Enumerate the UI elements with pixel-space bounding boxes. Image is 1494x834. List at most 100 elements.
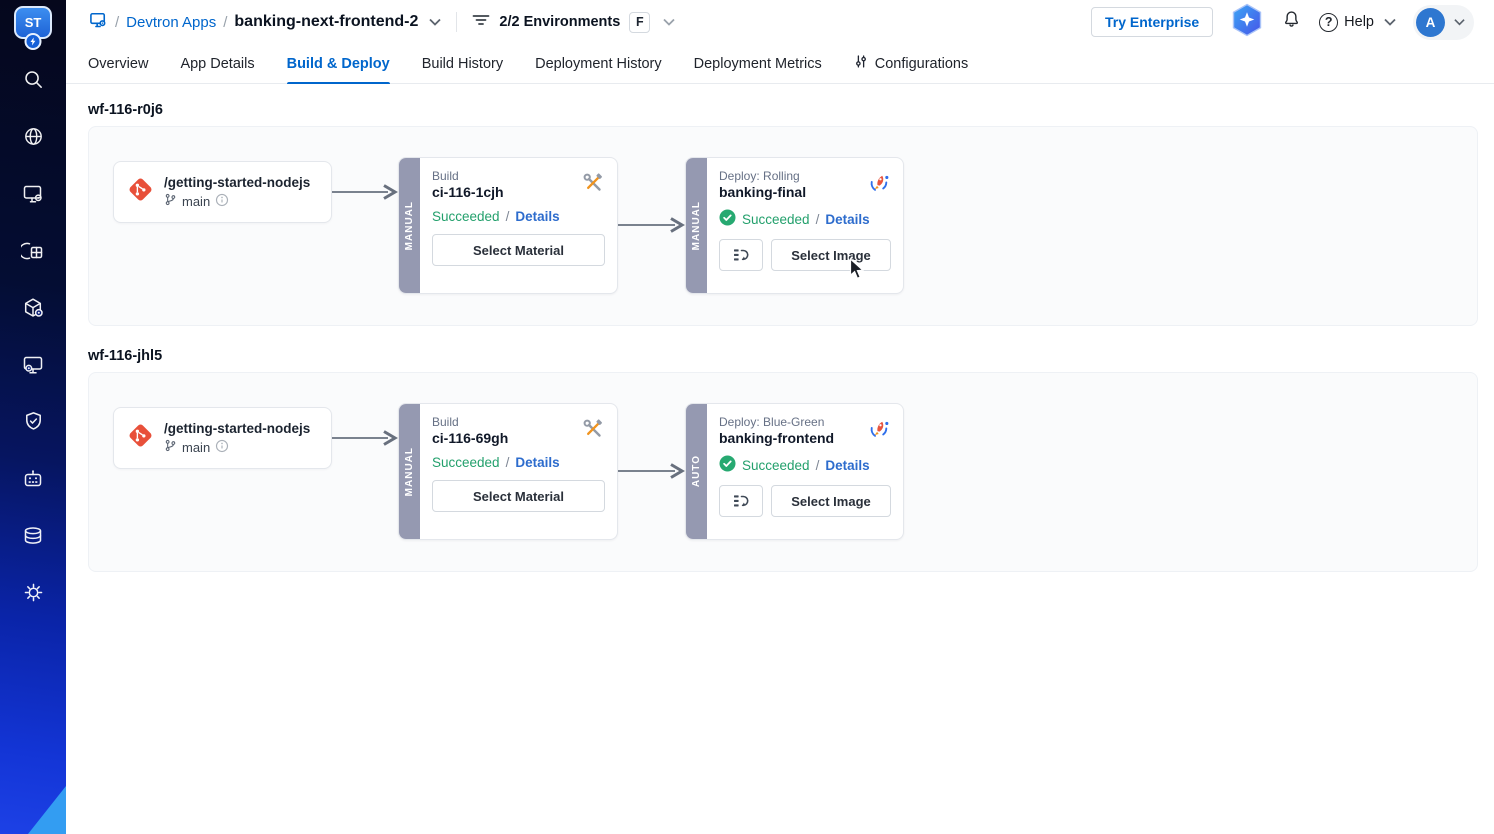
info-icon[interactable]: [215, 193, 229, 210]
deploy-pipeline-node[interactable]: AUTO Deploy: Blue-Green banking-frontend…: [685, 403, 904, 540]
deploy-pipeline-node[interactable]: MANUAL Deploy: Rolling banking-final Suc…: [685, 157, 904, 294]
breadcrumb-app-group-link[interactable]: Devtron Apps: [126, 14, 216, 31]
build-status-row: Succeeded / Details: [432, 209, 605, 224]
pipeline-name: ci-116-1cjh: [432, 184, 605, 200]
top-right-actions: Try Enterprise ? Help A: [1091, 3, 1474, 42]
header-divider: [456, 12, 457, 32]
trigger-type-strip: MANUAL: [686, 158, 707, 293]
gear-icon: [22, 581, 45, 609]
git-icon: [127, 176, 154, 208]
try-enterprise-button[interactable]: Try Enterprise: [1091, 7, 1213, 37]
devtron-app-window: ST: [0, 0, 1494, 834]
tab-overview[interactable]: Overview: [88, 44, 148, 84]
workflow-name: wf-116-r0j6: [88, 102, 1478, 118]
tab-configurations[interactable]: Configurations: [854, 44, 969, 84]
environments-selector[interactable]: 2/2 Environments F: [472, 12, 675, 33]
details-link[interactable]: Details: [515, 455, 559, 470]
breadcrumb-separator: /: [115, 14, 119, 31]
filter-icon: [472, 12, 490, 33]
select-image-button[interactable]: Select Image: [771, 485, 891, 517]
sidebar-item-search[interactable]: [20, 68, 46, 92]
info-icon[interactable]: [215, 439, 229, 456]
environments-chevron-down-icon[interactable]: [663, 18, 675, 26]
git-branch-icon: [164, 193, 177, 209]
product-logo[interactable]: ST: [13, 6, 53, 54]
select-image-button[interactable]: Select Image: [771, 239, 891, 271]
sidebar-item-stack-manager[interactable]: [20, 524, 46, 548]
user-menu[interactable]: A: [1413, 5, 1474, 40]
sidebar-item-app-store[interactable]: [20, 296, 46, 320]
tab-build-and-deploy[interactable]: Build & Deploy: [287, 44, 390, 84]
rollback-button[interactable]: [719, 239, 763, 271]
stage-type-label: Build: [432, 415, 605, 429]
trigger-type-strip: MANUAL: [399, 158, 420, 293]
helm-chart-icon: [21, 296, 45, 325]
breadcrumb-app-name[interactable]: banking-next-frontend-2: [234, 13, 418, 31]
sidebar-item-global-configurations[interactable]: [20, 581, 46, 605]
avatar: A: [1416, 8, 1445, 37]
deploy-status-row: Succeeded / Details: [719, 209, 891, 229]
details-link[interactable]: Details: [515, 209, 559, 224]
globe-icon: [22, 125, 45, 153]
jobs-icon: [21, 239, 45, 268]
details-link[interactable]: Details: [825, 458, 869, 473]
workflow-connector-arrow: [618, 217, 685, 238]
app-tabs: Overview App Details Build & Deploy Buil…: [66, 44, 1494, 84]
workflow-connector-arrow: [618, 463, 685, 484]
database-stack-icon: [21, 524, 45, 553]
status-text: Succeeded: [742, 458, 810, 473]
top-bar: / Devtron Apps / banking-next-frontend-2…: [66, 0, 1494, 44]
search-icon: [22, 68, 45, 96]
branch-name: main: [182, 194, 210, 209]
app-switcher-chevron-down-icon[interactable]: [429, 18, 441, 26]
sidebar-item-global[interactable]: [20, 125, 46, 149]
repo-name: /getting-started-nodejs: [164, 175, 310, 190]
sidebar-item-applications[interactable]: [20, 182, 46, 206]
rocket-deploy-icon: [866, 417, 891, 447]
stage-type-label: Build: [432, 169, 605, 183]
main-area: / Devtron Apps / banking-next-frontend-2…: [66, 0, 1494, 834]
notification-bell-icon[interactable]: [1281, 9, 1302, 35]
pipeline-name: ci-116-69gh: [432, 430, 605, 446]
details-link[interactable]: Details: [825, 212, 869, 227]
sidebar-item-security[interactable]: [20, 410, 46, 434]
sidebar: ST: [0, 0, 66, 834]
shield-check-icon: [22, 410, 45, 438]
workflow-canvas: /getting-started-nodejs main MANUAL B: [88, 126, 1478, 326]
build-status-row: Succeeded / Details: [432, 455, 605, 470]
git-icon: [127, 422, 154, 454]
build-tools-icon: [581, 171, 605, 200]
select-material-button[interactable]: Select Material: [432, 480, 605, 512]
select-material-button[interactable]: Select Material: [432, 234, 605, 266]
breadcrumb: / Devtron Apps / banking-next-frontend-2: [88, 10, 441, 35]
build-pipeline-node[interactable]: MANUAL Build ci-116-1cjh Succeeded / Det…: [398, 157, 618, 294]
git-source-node[interactable]: /getting-started-nodejs main: [113, 161, 332, 223]
workflow-connector-arrow: [332, 184, 398, 205]
sidebar-item-jobs[interactable]: [20, 239, 46, 263]
tab-deployment-history[interactable]: Deployment History: [535, 44, 662, 84]
workflow-connector-arrow: [332, 430, 398, 451]
sidebar-item-bulk-edit[interactable]: [20, 467, 46, 491]
build-pipeline-node[interactable]: MANUAL Build ci-116-69gh Succeeded / Det…: [398, 403, 618, 540]
sidebar-item-resource-browser[interactable]: [20, 353, 46, 377]
tab-deployment-metrics[interactable]: Deployment Metrics: [694, 44, 822, 84]
question-circle-icon: ?: [1319, 13, 1338, 32]
resource-browser-icon: [21, 353, 45, 382]
help-menu[interactable]: ? Help: [1319, 13, 1396, 32]
status-text: Succeeded: [432, 455, 500, 470]
git-source-node[interactable]: /getting-started-nodejs main: [113, 407, 332, 469]
trigger-type-strip: AUTO: [686, 404, 707, 539]
rollback-button[interactable]: [719, 485, 763, 517]
tab-build-history[interactable]: Build History: [422, 44, 503, 84]
status-text: Succeeded: [742, 212, 810, 227]
sparkle-hexagon-icon[interactable]: [1230, 3, 1264, 42]
trigger-type-strip: MANUAL: [399, 404, 420, 539]
tab-app-details[interactable]: App Details: [180, 44, 254, 84]
repo-name: /getting-started-nodejs: [164, 421, 310, 436]
build-deploy-content: wf-116-r0j6 /getting-started-nodejs main: [66, 84, 1494, 612]
logo-text: ST: [25, 15, 42, 30]
check-circle-icon: [719, 209, 736, 229]
build-tools-icon: [581, 417, 605, 446]
help-chevron-down-icon: [1384, 18, 1396, 26]
workflow-name: wf-116-jhl5: [88, 348, 1478, 364]
